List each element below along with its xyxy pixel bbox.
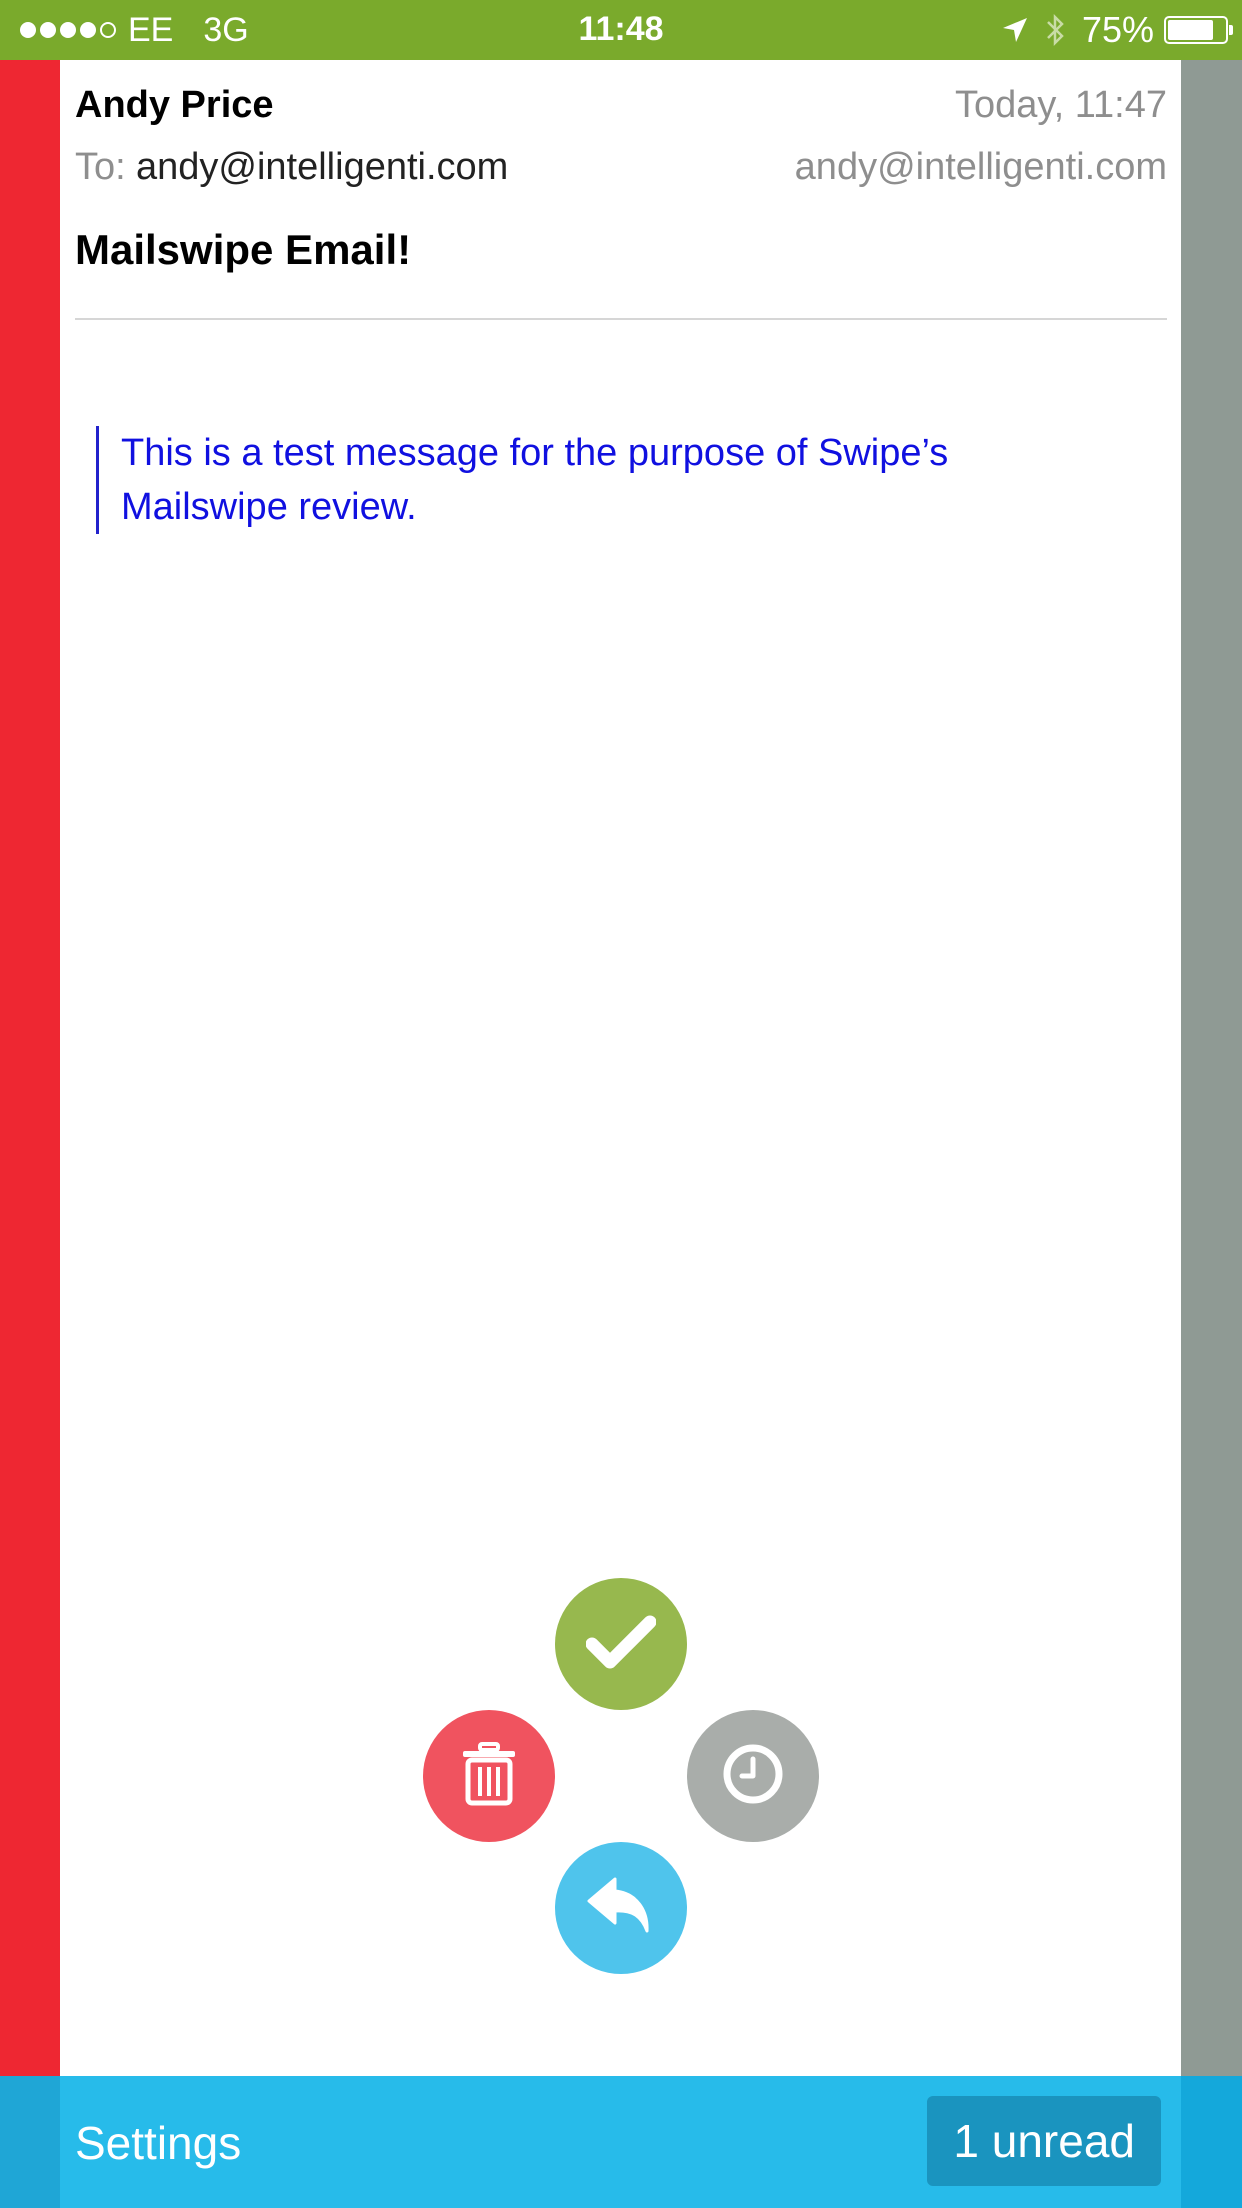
snooze-later-button[interactable] [687, 1710, 819, 1842]
bottom-bar-edge-right [1181, 2076, 1242, 2208]
trash-icon [461, 1741, 517, 1811]
battery-percent: 75% [1081, 9, 1154, 50]
email-body-quote: This is a test message for the purpose o… [96, 426, 1121, 534]
later-swipe-strip [1181, 60, 1242, 2076]
checkmark-icon [585, 1614, 657, 1675]
from-address: andy@intelligenti.com [794, 146, 1167, 188]
to-address: andy@intelligenti.com [136, 146, 509, 188]
delete-swipe-strip [0, 60, 60, 2076]
header-divider [75, 318, 1167, 320]
battery-icon [1164, 16, 1233, 44]
sender-name: Andy Price [75, 84, 274, 126]
delete-button[interactable] [423, 1710, 555, 1842]
bottom-bar-edge-left [0, 2076, 60, 2208]
status-right: 75% [1000, 8, 1233, 52]
to-label: To: [75, 146, 126, 188]
reply-button[interactable] [555, 1842, 687, 1974]
mailswipe-screen: EE 3G 11:48 75% Andy Price Today, 11:47 … [0, 0, 1242, 2208]
battery-nub [1229, 25, 1233, 35]
location-arrow-icon [1000, 15, 1030, 45]
unread-count-button[interactable]: 1 unread [927, 2096, 1161, 2186]
mark-done-button[interactable] [555, 1578, 687, 1710]
reply-arrow-icon [585, 1875, 657, 1942]
status-bar: EE 3G 11:48 75% [0, 0, 1242, 60]
email-date: Today, 11:47 [955, 84, 1167, 126]
settings-button[interactable]: Settings [75, 2116, 241, 2170]
bottom-bar: Settings 1 unread [0, 2076, 1242, 2208]
bluetooth-icon [1044, 12, 1066, 48]
clock-icon [722, 1743, 784, 1810]
battery-fill [1168, 20, 1213, 40]
email-subject: Mailswipe Email! [75, 226, 412, 273]
